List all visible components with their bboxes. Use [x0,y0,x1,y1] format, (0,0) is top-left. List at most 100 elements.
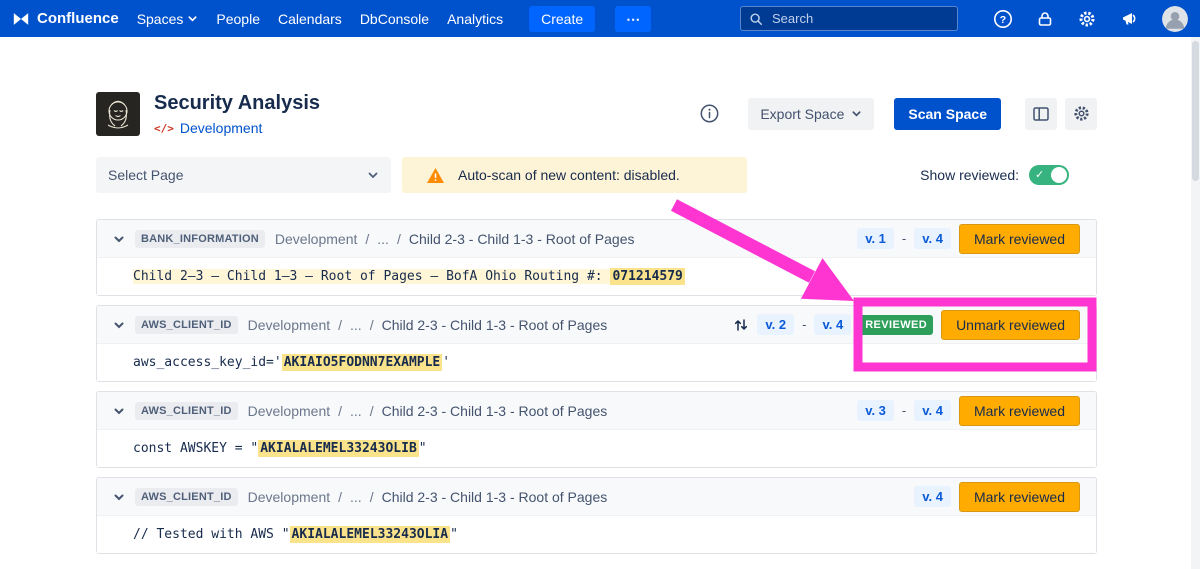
breadcrumb-page[interactable]: Child 2-3 - Child 1-3 - Root of Pages [382,403,608,419]
sidebar-layout-button[interactable] [1025,98,1057,130]
nav-item-people[interactable]: People [216,11,260,27]
nav-item-spaces[interactable]: Spaces [137,11,199,27]
code-context: ' [442,355,450,370]
search-input[interactable] [770,10,949,27]
breadcrumb-space[interactable]: Development [248,403,331,419]
breadcrumb-page[interactable]: Child 2-3 - Child 1-3 - Root of Pages [409,231,635,247]
confluence-logo-icon [12,10,30,28]
scan-space-button[interactable]: Scan Space [894,98,1001,130]
show-reviewed-toggle[interactable]: ✓ [1029,165,1069,185]
export-space-button[interactable]: Export Space [748,98,874,130]
megaphone-icon[interactable] [1118,8,1140,30]
version-link[interactable]: v. 4 [914,486,951,507]
warning-icon [426,167,445,184]
mark-reviewed-button[interactable]: Mark reviewed [959,482,1080,512]
finding-header: AWS_CLIENT_ID Development / ... / Child … [97,306,1096,344]
finding-code: const AWSKEY = "AKIALALEMEL33243OLIB" [97,430,1096,467]
mark-reviewed-button[interactable]: Mark reviewed [959,224,1080,254]
scrollbar-thumb[interactable] [1192,41,1199,181]
breadcrumb-page[interactable]: Child 2-3 - Child 1-3 - Root of Pages [382,489,608,505]
version-from-link[interactable]: v. 1 [857,228,894,249]
breadcrumb-page[interactable]: Child 2-3 - Child 1-3 - Root of Pages [382,317,608,333]
breadcrumb-separator: / [370,403,374,419]
more-button[interactable]: ⋯ [615,6,651,32]
nav-item-analytics[interactable]: Analytics [447,11,503,27]
diff-versions-icon[interactable] [733,317,749,333]
breadcrumb-ellipsis[interactable]: ... [350,489,362,505]
finding-card: AWS_CLIENT_ID Development / ... / Child … [96,391,1097,468]
version-separator: - [802,317,806,332]
nav-item-label: Calendars [278,11,342,27]
breadcrumb-separator: / [370,489,374,505]
settings-gear-button[interactable] [1065,98,1097,130]
chevron-down-icon[interactable] [113,319,125,331]
version-from-link[interactable]: v. 3 [857,400,894,421]
gear-icon[interactable] [1076,8,1098,30]
nav-item-label: People [216,11,260,27]
chevron-down-icon[interactable] [113,233,125,245]
finding-type-badge: AWS_CLIENT_ID [135,488,238,506]
version-to-link[interactable]: v. 4 [914,228,951,249]
space-meta: Security Analysis </> Development [154,91,320,136]
finding-header: AWS_CLIENT_ID Development / ... / Child … [97,392,1096,430]
finding-card: AWS_CLIENT_ID Development / ... / Child … [96,477,1097,554]
finding-type-badge: AWS_CLIENT_ID [135,402,238,420]
chevron-down-icon[interactable] [113,491,125,503]
finding-code: Child 2–3 – Child 1–3 – Root of Pages – … [97,258,1096,295]
autoscan-warning-banner: Auto-scan of new content: disabled. [402,157,747,193]
select-page-dropdown[interactable]: Select Page [96,157,391,193]
nav-item-calendars[interactable]: Calendars [278,11,342,27]
finding-card: BANK_INFORMATION Development / ... / Chi… [96,219,1097,296]
breadcrumb-ellipsis[interactable]: ... [350,317,362,333]
unmark-reviewed-button[interactable]: Unmark reviewed [941,310,1080,340]
breadcrumb-space[interactable]: Development [248,317,331,333]
chevron-down-icon [367,169,379,181]
space-subtitle: </> Development [154,120,320,136]
search-box[interactable] [740,6,958,31]
version-to-link[interactable]: v. 4 [914,400,951,421]
check-icon: ✓ [1035,168,1044,182]
finding-actions: v. 4 Mark reviewed [914,482,1080,512]
secret-highlight: AKIALALEMEL33243OLIA [290,526,451,543]
code-context: // Tested with AWS " [133,527,290,542]
breadcrumb: Development / ... / Child 2-3 - Child 1-… [248,489,608,505]
breadcrumb: Development / ... / Child 2-3 - Child 1-… [275,231,635,247]
nav-item-dbconsole[interactable]: DbConsole [360,11,429,27]
nav-item-label: Spaces [137,11,184,27]
top-nav: Confluence Spaces People Calendars DbCon… [0,0,1200,37]
toggle-knob [1051,167,1067,183]
breadcrumb-ellipsis[interactable]: ... [377,231,389,247]
version-to-link[interactable]: v. 4 [814,314,851,335]
page-title: Security Analysis [154,91,320,115]
scrollbar-track[interactable] [1191,37,1200,569]
main-content: Security Analysis </> Development Export… [96,91,1097,554]
space-link-development[interactable]: Development [180,120,263,136]
version-from-link[interactable]: v. 2 [757,314,794,335]
avatar[interactable] [1162,6,1188,32]
code-context: aws_access_key_id=' [133,355,282,370]
info-icon[interactable] [699,103,720,124]
help-icon[interactable]: ? [992,8,1014,30]
breadcrumb-separator: / [397,231,401,247]
search-icon [749,12,763,26]
confluence-brand[interactable]: Confluence [12,10,119,28]
breadcrumb-separator: / [370,317,374,333]
breadcrumb-space[interactable]: Development [275,231,358,247]
finding-actions: v. 1 - v. 4 Mark reviewed [857,224,1080,254]
breadcrumb-space[interactable]: Development [248,489,331,505]
export-space-label: Export Space [760,106,844,122]
finding-actions: v. 2 - v. 4 REVIEWED Unmark reviewed [733,310,1080,340]
breadcrumb-ellipsis[interactable]: ... [350,403,362,419]
code-space-icon: </> [154,122,174,135]
reviewed-badge: REVIEWED [859,315,933,335]
lock-icon[interactable] [1034,8,1056,30]
mark-reviewed-button[interactable]: Mark reviewed [959,396,1080,426]
finding-code: aws_access_key_id='AKIAIO5FODNN7EXAMPLE' [97,344,1096,381]
breadcrumb-separator: / [365,231,369,247]
chevron-down-icon[interactable] [113,405,125,417]
breadcrumb: Development / ... / Child 2-3 - Child 1-… [248,317,608,333]
header-actions: Export Space Scan Space [699,98,1097,130]
finding-code: // Tested with AWS "AKIALALEMEL33243OLIA… [97,516,1096,553]
secret-highlight: AKIALALEMEL33243OLIB [258,440,419,457]
create-button[interactable]: Create [529,6,595,32]
